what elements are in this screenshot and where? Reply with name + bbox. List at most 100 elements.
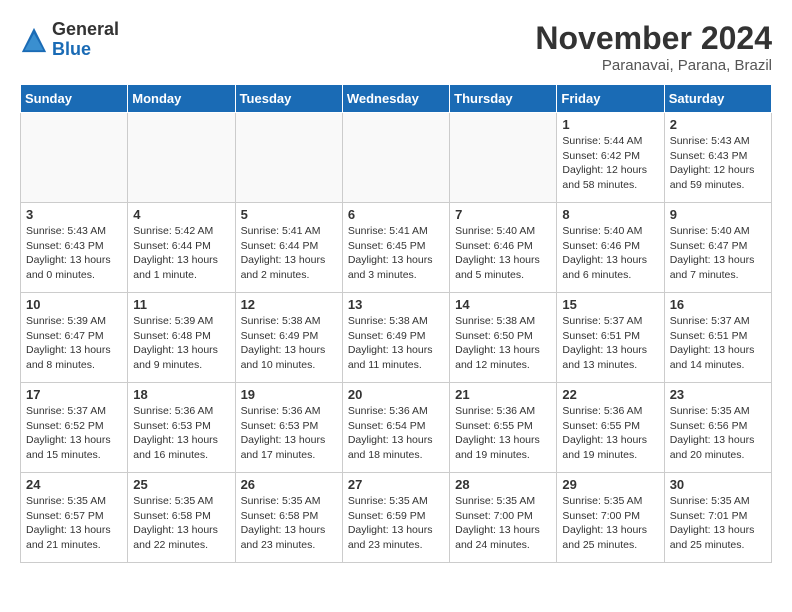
weekday-header-saturday: Saturday bbox=[664, 85, 771, 113]
day-info: Sunrise: 5:38 AMSunset: 6:49 PMDaylight:… bbox=[348, 314, 444, 373]
logo-blue-text: Blue bbox=[52, 39, 91, 59]
calendar-cell: 30 Sunrise: 5:35 AMSunset: 7:01 PMDayligh… bbox=[664, 473, 771, 563]
calendar-cell: 8 Sunrise: 5:40 AMSunset: 6:46 PMDaylight… bbox=[557, 203, 664, 293]
calendar-cell: 28 Sunrise: 5:35 AMSunset: 7:00 PMDayligh… bbox=[450, 473, 557, 563]
calendar-cell bbox=[235, 113, 342, 203]
calendar-cell: 26Sunrise: 5:35 AMSunset: 6:58 PMDayligh… bbox=[235, 473, 342, 563]
logo-general-text: General bbox=[52, 19, 119, 39]
weekday-header-thursday: Thursday bbox=[450, 85, 557, 113]
calendar-cell: 29 Sunrise: 5:35 AMSunset: 7:00 PMDayligh… bbox=[557, 473, 664, 563]
day-number: 10 bbox=[26, 297, 122, 312]
day-number: 7 bbox=[455, 207, 551, 222]
day-info: Sunrise: 5:43 AMSunset: 6:43 PMDaylight:… bbox=[670, 134, 766, 193]
location-subtitle: Paranavai, Parana, Brazil bbox=[535, 57, 772, 74]
calendar-cell: 21Sunrise: 5:36 AMSunset: 6:55 PMDayligh… bbox=[450, 383, 557, 473]
day-number: 22 bbox=[562, 387, 658, 402]
day-info: Sunrise: 5:35 AMSunset: 7:00 PMDaylight:… bbox=[562, 494, 658, 553]
day-info: Sunrise: 5:42 AMSunset: 6:44 PMDaylight:… bbox=[133, 224, 229, 283]
day-number: 29 bbox=[562, 477, 658, 492]
day-info: Sunrise: 5:38 AMSunset: 6:50 PMDaylight:… bbox=[455, 314, 551, 373]
calendar-cell: 13 Sunrise: 5:38 AMSunset: 6:49 PMDayligh… bbox=[342, 293, 449, 383]
calendar-cell: 15 Sunrise: 5:37 AMSunset: 6:51 PMDayligh… bbox=[557, 293, 664, 383]
calendar-table: SundayMondayTuesdayWednesdayThursdayFrid… bbox=[20, 84, 772, 563]
day-number: 2 bbox=[670, 117, 766, 132]
day-info: Sunrise: 5:37 AMSunset: 6:52 PMDaylight:… bbox=[26, 404, 122, 463]
day-number: 28 bbox=[455, 477, 551, 492]
calendar-cell: 22 Sunrise: 5:36 AMSunset: 6:55 PMDayligh… bbox=[557, 383, 664, 473]
day-number: 3 bbox=[26, 207, 122, 222]
day-number: 26 bbox=[241, 477, 337, 492]
calendar-cell: 19 Sunrise: 5:36 AMSunset: 6:53 PMDayligh… bbox=[235, 383, 342, 473]
weekday-header-friday: Friday bbox=[557, 85, 664, 113]
day-info: Sunrise: 5:41 AMSunset: 6:44 PMDaylight:… bbox=[241, 224, 337, 283]
day-info: Sunrise: 5:36 AMSunset: 6:53 PMDaylight:… bbox=[133, 404, 229, 463]
weekday-header-row: SundayMondayTuesdayWednesdayThursdayFrid… bbox=[21, 85, 772, 113]
calendar-cell: 25Sunrise: 5:35 AMSunset: 6:58 PMDayligh… bbox=[128, 473, 235, 563]
day-number: 27 bbox=[348, 477, 444, 492]
day-info: Sunrise: 5:40 AMSunset: 6:46 PMDaylight:… bbox=[562, 224, 658, 283]
day-number: 17 bbox=[26, 387, 122, 402]
day-info: Sunrise: 5:40 AMSunset: 6:47 PMDaylight:… bbox=[670, 224, 766, 283]
calendar-cell: 11Sunrise: 5:39 AMSunset: 6:48 PMDayligh… bbox=[128, 293, 235, 383]
day-info: Sunrise: 5:35 AMSunset: 6:57 PMDaylight:… bbox=[26, 494, 122, 553]
day-info: Sunrise: 5:40 AMSunset: 6:46 PMDaylight:… bbox=[455, 224, 551, 283]
day-info: Sunrise: 5:36 AMSunset: 6:53 PMDaylight:… bbox=[241, 404, 337, 463]
day-number: 18 bbox=[133, 387, 229, 402]
day-info: Sunrise: 5:44 AMSunset: 6:42 PMDaylight:… bbox=[562, 134, 658, 193]
calendar-cell: 5 Sunrise: 5:41 AMSunset: 6:44 PMDaylight… bbox=[235, 203, 342, 293]
page-header: General Blue November 2024 Paranavai, Pa… bbox=[20, 20, 772, 74]
calendar-week-row: 3 Sunrise: 5:43 AMSunset: 6:43 PMDaylight… bbox=[21, 203, 772, 293]
day-number: 25 bbox=[133, 477, 229, 492]
day-info: Sunrise: 5:39 AMSunset: 6:47 PMDaylight:… bbox=[26, 314, 122, 373]
calendar-cell: 2 Sunrise: 5:43 AMSunset: 6:43 PMDaylight… bbox=[664, 113, 771, 203]
calendar-cell: 14 Sunrise: 5:38 AMSunset: 6:50 PMDayligh… bbox=[450, 293, 557, 383]
day-info: Sunrise: 5:35 AMSunset: 6:56 PMDaylight:… bbox=[670, 404, 766, 463]
title-block: November 2024 Paranavai, Parana, Brazil bbox=[535, 20, 772, 74]
calendar-week-row: 10 Sunrise: 5:39 AMSunset: 6:47 PMDayligh… bbox=[21, 293, 772, 383]
day-number: 15 bbox=[562, 297, 658, 312]
day-number: 1 bbox=[562, 117, 658, 132]
weekday-header-tuesday: Tuesday bbox=[235, 85, 342, 113]
day-number: 20 bbox=[348, 387, 444, 402]
day-number: 16 bbox=[670, 297, 766, 312]
logo: General Blue bbox=[20, 20, 119, 60]
weekday-header-wednesday: Wednesday bbox=[342, 85, 449, 113]
calendar-week-row: 17 Sunrise: 5:37 AMSunset: 6:52 PMDayligh… bbox=[21, 383, 772, 473]
day-number: 6 bbox=[348, 207, 444, 222]
day-number: 4 bbox=[133, 207, 229, 222]
day-info: Sunrise: 5:35 AMSunset: 7:01 PMDaylight:… bbox=[670, 494, 766, 553]
calendar-cell: 24 Sunrise: 5:35 AMSunset: 6:57 PMDayligh… bbox=[21, 473, 128, 563]
day-info: Sunrise: 5:35 AMSunset: 7:00 PMDaylight:… bbox=[455, 494, 551, 553]
day-number: 8 bbox=[562, 207, 658, 222]
day-info: Sunrise: 5:35 AMSunset: 6:59 PMDaylight:… bbox=[348, 494, 444, 553]
calendar-cell: 16Sunrise: 5:37 AMSunset: 6:51 PMDayligh… bbox=[664, 293, 771, 383]
day-info: Sunrise: 5:36 AMSunset: 6:55 PMDaylight:… bbox=[455, 404, 551, 463]
calendar-cell: 20Sunrise: 5:36 AMSunset: 6:54 PMDayligh… bbox=[342, 383, 449, 473]
calendar-cell: 17 Sunrise: 5:37 AMSunset: 6:52 PMDayligh… bbox=[21, 383, 128, 473]
day-number: 13 bbox=[348, 297, 444, 312]
day-number: 23 bbox=[670, 387, 766, 402]
calendar-cell bbox=[128, 113, 235, 203]
logo-icon bbox=[20, 26, 48, 54]
month-title: November 2024 bbox=[535, 20, 772, 57]
calendar-week-row: 24 Sunrise: 5:35 AMSunset: 6:57 PMDayligh… bbox=[21, 473, 772, 563]
day-number: 9 bbox=[670, 207, 766, 222]
day-info: Sunrise: 5:43 AMSunset: 6:43 PMDaylight:… bbox=[26, 224, 122, 283]
calendar-cell bbox=[342, 113, 449, 203]
calendar-cell: 1 Sunrise: 5:44 AMSunset: 6:42 PMDaylight… bbox=[557, 113, 664, 203]
calendar-cell: 27 Sunrise: 5:35 AMSunset: 6:59 PMDayligh… bbox=[342, 473, 449, 563]
day-number: 5 bbox=[241, 207, 337, 222]
day-info: Sunrise: 5:38 AMSunset: 6:49 PMDaylight:… bbox=[241, 314, 337, 373]
day-info: Sunrise: 5:36 AMSunset: 6:55 PMDaylight:… bbox=[562, 404, 658, 463]
calendar-cell: 7 Sunrise: 5:40 AMSunset: 6:46 PMDaylight… bbox=[450, 203, 557, 293]
calendar-cell: 12 Sunrise: 5:38 AMSunset: 6:49 PMDayligh… bbox=[235, 293, 342, 383]
day-number: 24 bbox=[26, 477, 122, 492]
day-number: 30 bbox=[670, 477, 766, 492]
day-number: 12 bbox=[241, 297, 337, 312]
weekday-header-monday: Monday bbox=[128, 85, 235, 113]
day-number: 11 bbox=[133, 297, 229, 312]
day-number: 19 bbox=[241, 387, 337, 402]
day-number: 14 bbox=[455, 297, 551, 312]
calendar-week-row: 1 Sunrise: 5:44 AMSunset: 6:42 PMDaylight… bbox=[21, 113, 772, 203]
day-info: Sunrise: 5:37 AMSunset: 6:51 PMDaylight:… bbox=[562, 314, 658, 373]
